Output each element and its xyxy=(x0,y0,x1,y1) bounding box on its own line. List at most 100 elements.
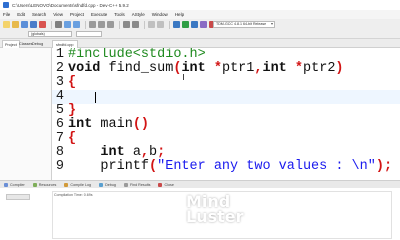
tab-compile-log-label: Compile Log xyxy=(70,182,92,187)
code-token: , xyxy=(140,145,150,160)
tab-debug-output[interactable]: Debug xyxy=(99,182,116,187)
menu-file[interactable]: File xyxy=(3,12,10,17)
code-token: ptr2 xyxy=(303,61,336,76)
toolbar-separator xyxy=(51,20,52,29)
symbol-select[interactable] xyxy=(76,31,102,37)
toolbar-separator xyxy=(85,20,86,29)
compile-icon[interactable] xyxy=(173,21,180,28)
compile-log-text: Compilation Time: 0.69s xyxy=(54,193,93,197)
code-token: ptr1 xyxy=(221,61,255,76)
save-icon[interactable] xyxy=(21,21,28,28)
replace-icon[interactable] xyxy=(98,21,105,28)
menu-tools[interactable]: Tools xyxy=(114,12,125,17)
abort-compilation-button[interactable] xyxy=(6,194,30,200)
menu-bar: File Edit Search View Project Execute To… xyxy=(0,10,400,19)
text-caret xyxy=(95,92,96,103)
code-token: ) xyxy=(335,61,344,76)
line-number: 4 xyxy=(55,89,64,104)
menu-window[interactable]: Window xyxy=(152,12,168,17)
code-token: * xyxy=(213,61,222,76)
line-number: 3 xyxy=(55,75,64,90)
tab-compiler[interactable]: Compiler xyxy=(4,182,25,187)
main-toolbar xyxy=(0,19,400,30)
brain-logo-icon xyxy=(152,194,180,222)
class-toolbar: (globals) xyxy=(0,30,400,39)
code-token: b xyxy=(149,145,158,160)
output-tabs: Compiler Resources Compile Log Debug Fin… xyxy=(0,180,400,188)
code-line: 7{ xyxy=(52,132,400,146)
save-all-icon[interactable] xyxy=(30,21,37,28)
line-number: 5 xyxy=(55,103,64,118)
code-token: int xyxy=(100,145,125,160)
menu-help[interactable]: Help xyxy=(175,12,184,17)
code-token: { xyxy=(68,131,77,146)
mouse-ibeam-cursor xyxy=(183,74,184,80)
menu-project[interactable]: Project xyxy=(70,12,84,17)
code-token: () xyxy=(132,117,150,132)
code-token: * xyxy=(294,61,304,76)
tab-debug[interactable]: Debug xyxy=(30,40,45,48)
title-bar: C:\Users\LENOVO\Documents\sfndfd.cpp - D… xyxy=(0,0,400,10)
globals-select[interactable]: (globals) xyxy=(28,31,72,37)
code-line: 2 void find_sum(int *ptr1,int *ptr2) xyxy=(52,62,400,76)
redo-icon[interactable] xyxy=(73,21,80,28)
menu-edit[interactable]: Edit xyxy=(17,12,25,17)
toolbar-separator xyxy=(169,20,170,29)
code-line: 1 #include<stdio.h> xyxy=(52,48,400,62)
close-file-icon[interactable] xyxy=(39,21,46,28)
code-editor[interactable]: 1 #include<stdio.h> 2 void find_sum(int *pt… xyxy=(52,48,400,180)
tab-debug-output-label: Debug xyxy=(105,182,116,187)
open-file-icon[interactable] xyxy=(12,21,19,28)
goto-icon[interactable] xyxy=(107,21,114,28)
line-number: 1 xyxy=(55,48,64,62)
code-token: } xyxy=(68,103,77,118)
watermark-line-2: Luster xyxy=(186,207,244,226)
compiler-select[interactable]: TDM-GCC 4.8.1 64-bit Release xyxy=(213,21,275,28)
new-file-icon[interactable] xyxy=(3,21,10,28)
tab-file[interactable]: sfndfd.cpp xyxy=(52,40,78,48)
code-line: 3{ xyxy=(52,76,400,90)
compiler-icon xyxy=(4,182,8,187)
debug-output-icon xyxy=(99,182,104,187)
tab-find-results[interactable]: Find Results xyxy=(123,182,151,187)
tab-close[interactable]: Close xyxy=(158,182,174,187)
unindent-icon[interactable] xyxy=(132,21,139,28)
find-icon[interactable] xyxy=(89,21,96,28)
menu-astyle[interactable]: AStyle xyxy=(132,12,145,17)
code-token: ( xyxy=(149,159,158,174)
code-token: "Enter any two values : \n" xyxy=(157,159,376,174)
print-icon[interactable] xyxy=(55,21,62,28)
tab-compile-log[interactable]: Compile Log xyxy=(64,182,92,187)
tab-strip: Project Classes Debug sfndfd.cpp xyxy=(0,39,400,48)
compile-run-icon[interactable] xyxy=(191,21,198,28)
code-token: ); xyxy=(375,159,393,174)
mind-luster-watermark: Mind Luster xyxy=(152,190,244,228)
tab-find-results-label: Find Results xyxy=(129,182,151,187)
code-token: { xyxy=(68,75,77,90)
undo-icon[interactable] xyxy=(64,21,71,28)
window-title: C:\Users\LENOVO\Documents\sfndfd.cpp - D… xyxy=(12,2,129,8)
toggle-bookmark-icon[interactable] xyxy=(148,21,155,28)
tab-compiler-label: Compiler xyxy=(10,182,25,187)
menu-execute[interactable]: Execute xyxy=(91,12,107,17)
rebuild-icon[interactable] xyxy=(200,21,207,28)
close-icon xyxy=(158,182,163,187)
menu-search[interactable]: Search xyxy=(32,12,46,17)
toolbar-separator xyxy=(119,20,120,29)
tab-close-label: Close xyxy=(164,182,174,187)
run-icon[interactable] xyxy=(182,21,189,28)
find-results-icon xyxy=(123,182,128,187)
line-number: 9 xyxy=(55,159,64,174)
line-number: 6 xyxy=(55,117,64,132)
indent-icon[interactable] xyxy=(123,21,130,28)
tab-resources-label: Resources xyxy=(38,182,57,187)
tab-resources[interactable]: Resources xyxy=(32,182,57,187)
code-token: printf xyxy=(68,159,150,174)
code-text: { xyxy=(68,76,76,90)
menu-view[interactable]: View xyxy=(53,12,63,17)
goto-bookmark-icon[interactable] xyxy=(157,21,164,28)
code-text: #include<stdio.h> xyxy=(68,48,206,62)
